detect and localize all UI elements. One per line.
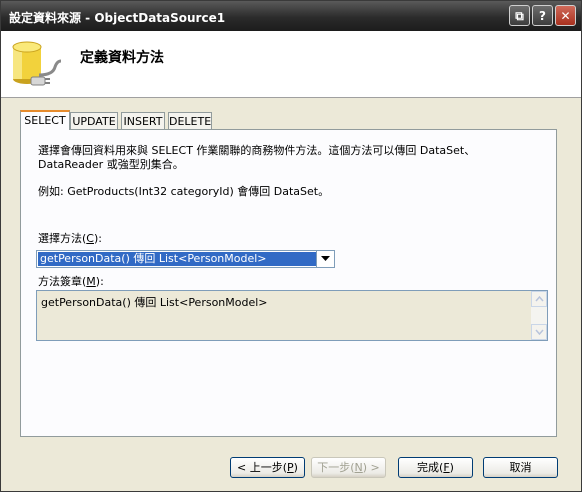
description-line-1: 選擇會傳回資料用來與 SELECT 作業關聯的商務物件方法。這個方法可以傳回 D… — [38, 144, 476, 157]
tab-select[interactable]: SELECT — [20, 110, 70, 130]
chevron-down-icon — [535, 329, 544, 335]
wizard-header: 定義資料方法 — [1, 31, 581, 98]
help-icon: ? — [539, 9, 546, 23]
window-title: 設定資料來源 - ObjectDataSource1 — [9, 11, 226, 25]
scroll-down-button[interactable] — [531, 324, 547, 340]
database-plug-icon — [12, 41, 62, 86]
method-label: 選擇方法(C): — [38, 232, 102, 245]
select-panel: 選擇會傳回資料用來與 SELECT 作業關聯的商務物件方法。這個方法可以傳回 D… — [20, 129, 557, 437]
method-select[interactable]: getPersonData() 傳回 List<PersonModel> — [36, 250, 335, 268]
tab-delete[interactable]: DELETE — [168, 112, 212, 129]
close-icon: ✕ — [560, 9, 571, 23]
method-select-value: getPersonData() 傳回 List<PersonModel> — [38, 252, 316, 266]
dropdown-button[interactable] — [316, 251, 334, 267]
example-text: 例如: GetProducts(Int32 categoryId) 會傳回 Da… — [38, 185, 330, 198]
chevron-down-icon — [321, 256, 330, 261]
page-title: 定義資料方法 — [80, 50, 164, 66]
next-button[interactable]: 下一步(N) > — [311, 457, 386, 478]
signature-label: 方法簽章(M): — [38, 275, 104, 288]
close-button[interactable]: ✕ — [555, 5, 576, 26]
description-line-2: DataReader 或強型別集合。 — [38, 158, 184, 171]
finish-button[interactable]: 完成(F) — [398, 457, 473, 478]
title-bar[interactable]: 設定資料來源 - ObjectDataSource1 ⧉ ? ✕ — [1, 1, 581, 31]
wizard-body: SELECT UPDATE INSERT DELETE 選擇會傳回資料用來與 S… — [1, 98, 581, 491]
description: 選擇會傳回資料用來與 SELECT 作業關聯的商務物件方法。這個方法可以傳回 D… — [38, 144, 538, 172]
restore-button[interactable]: ⧉ — [509, 5, 530, 26]
vertical-scrollbar[interactable] — [531, 291, 547, 340]
scroll-up-button[interactable] — [531, 291, 547, 307]
tab-update[interactable]: UPDATE — [70, 112, 118, 129]
signature-value: getPersonData() 傳回 List<PersonModel> — [41, 296, 268, 309]
chevron-up-icon — [535, 296, 544, 302]
dialog-window: 設定資料來源 - ObjectDataSource1 ⧉ ? ✕ 定義資料方法 … — [0, 0, 582, 492]
help-button[interactable]: ? — [532, 5, 553, 26]
restore-icon: ⧉ — [515, 9, 524, 23]
signature-textbox[interactable]: getPersonData() 傳回 List<PersonModel> — [36, 290, 548, 341]
cancel-button[interactable]: 取消 — [483, 457, 558, 478]
tab-insert[interactable]: INSERT — [121, 112, 165, 129]
back-button[interactable]: < 上一步(P) — [230, 457, 305, 478]
